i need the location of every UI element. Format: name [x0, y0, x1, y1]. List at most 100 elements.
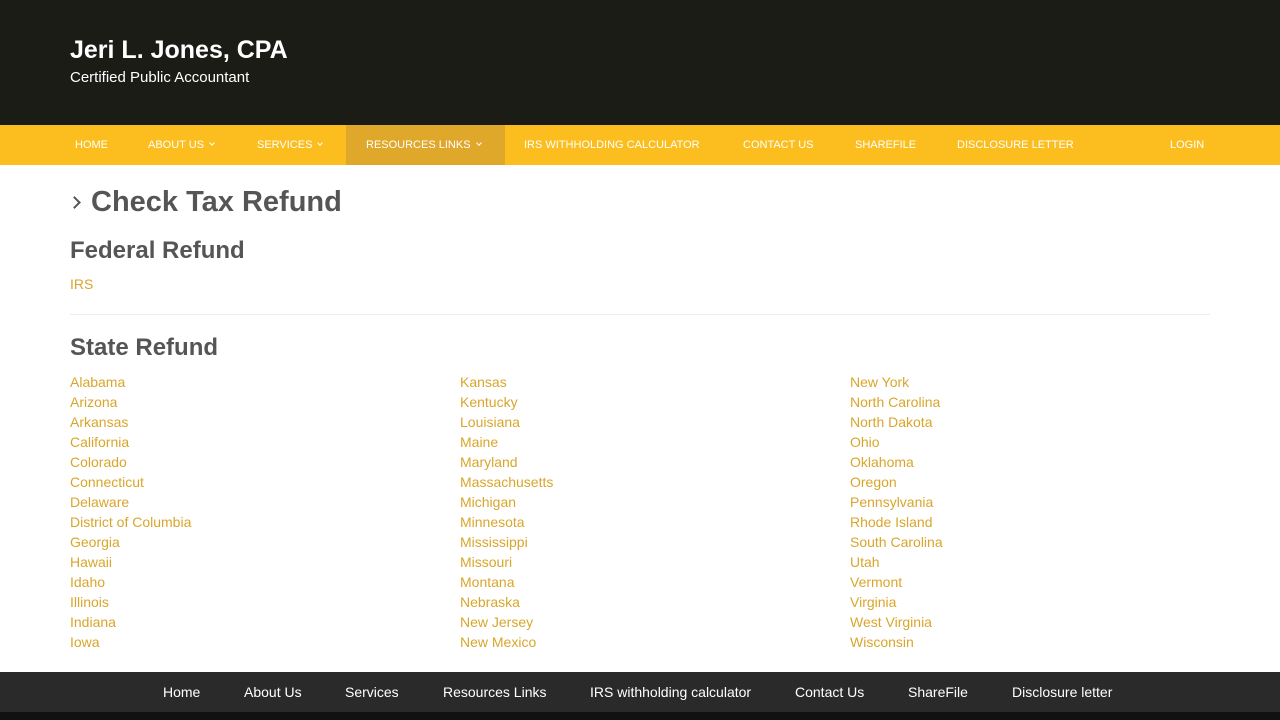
nav-disclosure-letter-label: Disclosure letter	[957, 139, 1074, 151]
state-link-ohio[interactable]: Ohio	[850, 434, 880, 450]
list-item: Minnesota	[460, 512, 553, 532]
list-item: Hawaii	[70, 552, 191, 572]
nav-login[interactable]: Login	[1170, 125, 1204, 165]
state-link-illinois[interactable]: Illinois	[70, 594, 109, 610]
footer-nav: Home About Us Services Resources Links I…	[0, 672, 1280, 712]
nav-irs-calc-label: IRS withholding calculator	[524, 139, 700, 151]
nav-sharefile[interactable]: ShareFile	[855, 125, 916, 165]
nav-resources-links[interactable]: Resources Links	[346, 125, 505, 165]
state-link-hawaii[interactable]: Hawaii	[70, 554, 112, 570]
chevron-down-icon	[475, 140, 482, 146]
state-link-montana[interactable]: Montana	[460, 574, 514, 590]
list-item: Colorado	[70, 452, 191, 472]
state-link-north-carolina[interactable]: North Carolina	[850, 394, 940, 410]
list-item: New Mexico	[460, 632, 553, 652]
list-item: Arkansas	[70, 412, 191, 432]
state-link-nebraska[interactable]: Nebraska	[460, 594, 520, 610]
state-link-vermont[interactable]: Vermont	[850, 574, 902, 590]
footer-link-disclosure-letter[interactable]: Disclosure letter	[1012, 672, 1112, 712]
chevron-down-icon	[317, 140, 324, 146]
state-link-utah[interactable]: Utah	[850, 554, 880, 570]
list-item: Louisiana	[460, 412, 553, 432]
list-item: Connecticut	[70, 472, 191, 492]
state-link-district-of-columbia[interactable]: District of Columbia	[70, 514, 191, 530]
state-link-south-carolina[interactable]: South Carolina	[850, 534, 943, 550]
state-link-arkansas[interactable]: Arkansas	[70, 414, 128, 430]
state-link-georgia[interactable]: Georgia	[70, 534, 120, 550]
state-link-kansas[interactable]: Kansas	[460, 374, 507, 390]
footer-link-irs-withholding-calculator[interactable]: IRS withholding calculator	[590, 672, 751, 712]
list-item: Indiana	[70, 612, 191, 632]
state-link-delaware[interactable]: Delaware	[70, 494, 129, 510]
state-link-new-york[interactable]: New York	[850, 374, 909, 390]
list-item: Wisconsin	[850, 632, 943, 652]
state-link-virginia[interactable]: Virginia	[850, 594, 896, 610]
state-link-rhode-island[interactable]: Rhode Island	[850, 514, 933, 530]
site-name[interactable]: Jeri L. Jones, CPA	[70, 36, 288, 65]
list-item: Illinois	[70, 592, 191, 612]
list-item: Maine	[460, 432, 553, 452]
state-link-west-virginia[interactable]: West Virginia	[850, 614, 932, 630]
nav-about-us-label: About Us	[148, 139, 205, 151]
nav-contact-us[interactable]: Contact Us	[743, 125, 814, 165]
list-item: Pennsylvania	[850, 492, 943, 512]
state-link-oklahoma[interactable]: Oklahoma	[850, 454, 914, 470]
state-link-north-dakota[interactable]: North Dakota	[850, 414, 932, 430]
list-item: North Carolina	[850, 392, 943, 412]
state-link-mississippi[interactable]: Mississippi	[460, 534, 528, 550]
state-link-arizona[interactable]: Arizona	[70, 394, 117, 410]
list-item: Montana	[460, 572, 553, 592]
list-item: Massachusetts	[460, 472, 553, 492]
state-link-oregon[interactable]: Oregon	[850, 474, 897, 490]
state-link-idaho[interactable]: Idaho	[70, 574, 105, 590]
state-link-missouri[interactable]: Missouri	[460, 554, 512, 570]
list-item: South Carolina	[850, 532, 943, 552]
nav-irs-withholding-calculator[interactable]: IRS withholding calculator	[524, 125, 700, 165]
irs-link[interactable]: IRS	[70, 276, 93, 292]
state-link-alabama[interactable]: Alabama	[70, 374, 125, 390]
state-link-new-jersey[interactable]: New Jersey	[460, 614, 533, 630]
nav-home[interactable]: Home	[75, 125, 108, 165]
footer-link-services[interactable]: Services	[345, 672, 399, 712]
state-link-michigan[interactable]: Michigan	[460, 494, 516, 510]
state-refund-heading: State Refund	[70, 334, 219, 361]
state-list-column-2: Kansas Kentucky Louisiana Maine Maryland…	[460, 372, 553, 652]
footer-link-home[interactable]: Home	[163, 672, 200, 712]
federal-refund-heading: Federal Refund	[70, 237, 245, 264]
state-link-massachusetts[interactable]: Massachusetts	[460, 474, 553, 490]
list-item: Maryland	[460, 452, 553, 472]
state-link-louisiana[interactable]: Louisiana	[460, 414, 520, 430]
list-item: Idaho	[70, 572, 191, 592]
state-link-connecticut[interactable]: Connecticut	[70, 474, 144, 490]
state-link-pennsylvania[interactable]: Pennsylvania	[850, 494, 933, 510]
nav-services-label: Services	[257, 139, 313, 151]
footer-link-contact-us[interactable]: Contact Us	[795, 672, 864, 712]
state-link-kentucky[interactable]: Kentucky	[460, 394, 518, 410]
state-list-column-1: Alabama Arizona Arkansas California Colo…	[70, 372, 191, 652]
nav-disclosure-letter[interactable]: Disclosure letter	[957, 125, 1074, 165]
site-tagline: Certified Public Accountant	[70, 69, 250, 86]
list-item: West Virginia	[850, 612, 943, 632]
nav-login-label: Login	[1170, 139, 1205, 151]
state-link-indiana[interactable]: Indiana	[70, 614, 116, 630]
site-header: Jeri L. Jones, CPA Certified Public Acco…	[0, 0, 1280, 125]
state-link-minnesota[interactable]: Minnesota	[460, 514, 525, 530]
state-link-wisconsin[interactable]: Wisconsin	[850, 634, 914, 650]
nav-about-us[interactable]: About Us	[148, 125, 215, 165]
state-link-maryland[interactable]: Maryland	[460, 454, 518, 470]
state-link-colorado[interactable]: Colorado	[70, 454, 127, 470]
state-link-maine[interactable]: Maine	[460, 434, 498, 450]
nav-services[interactable]: Services	[257, 125, 324, 165]
footer-link-about-us[interactable]: About Us	[244, 672, 302, 712]
list-item: North Dakota	[850, 412, 943, 432]
state-link-california[interactable]: California	[70, 434, 129, 450]
footer-link-sharefile[interactable]: ShareFile	[908, 672, 968, 712]
list-item: District of Columbia	[70, 512, 191, 532]
state-link-iowa[interactable]: Iowa	[70, 634, 100, 650]
main-nav: Home About Us Services Resources Links I…	[0, 125, 1280, 165]
list-item: Utah	[850, 552, 943, 572]
nav-resources-links-label: Resources Links	[366, 139, 471, 151]
list-item: Virginia	[850, 592, 943, 612]
footer-link-resources-links[interactable]: Resources Links	[443, 672, 547, 712]
state-link-new-mexico[interactable]: New Mexico	[460, 634, 536, 650]
